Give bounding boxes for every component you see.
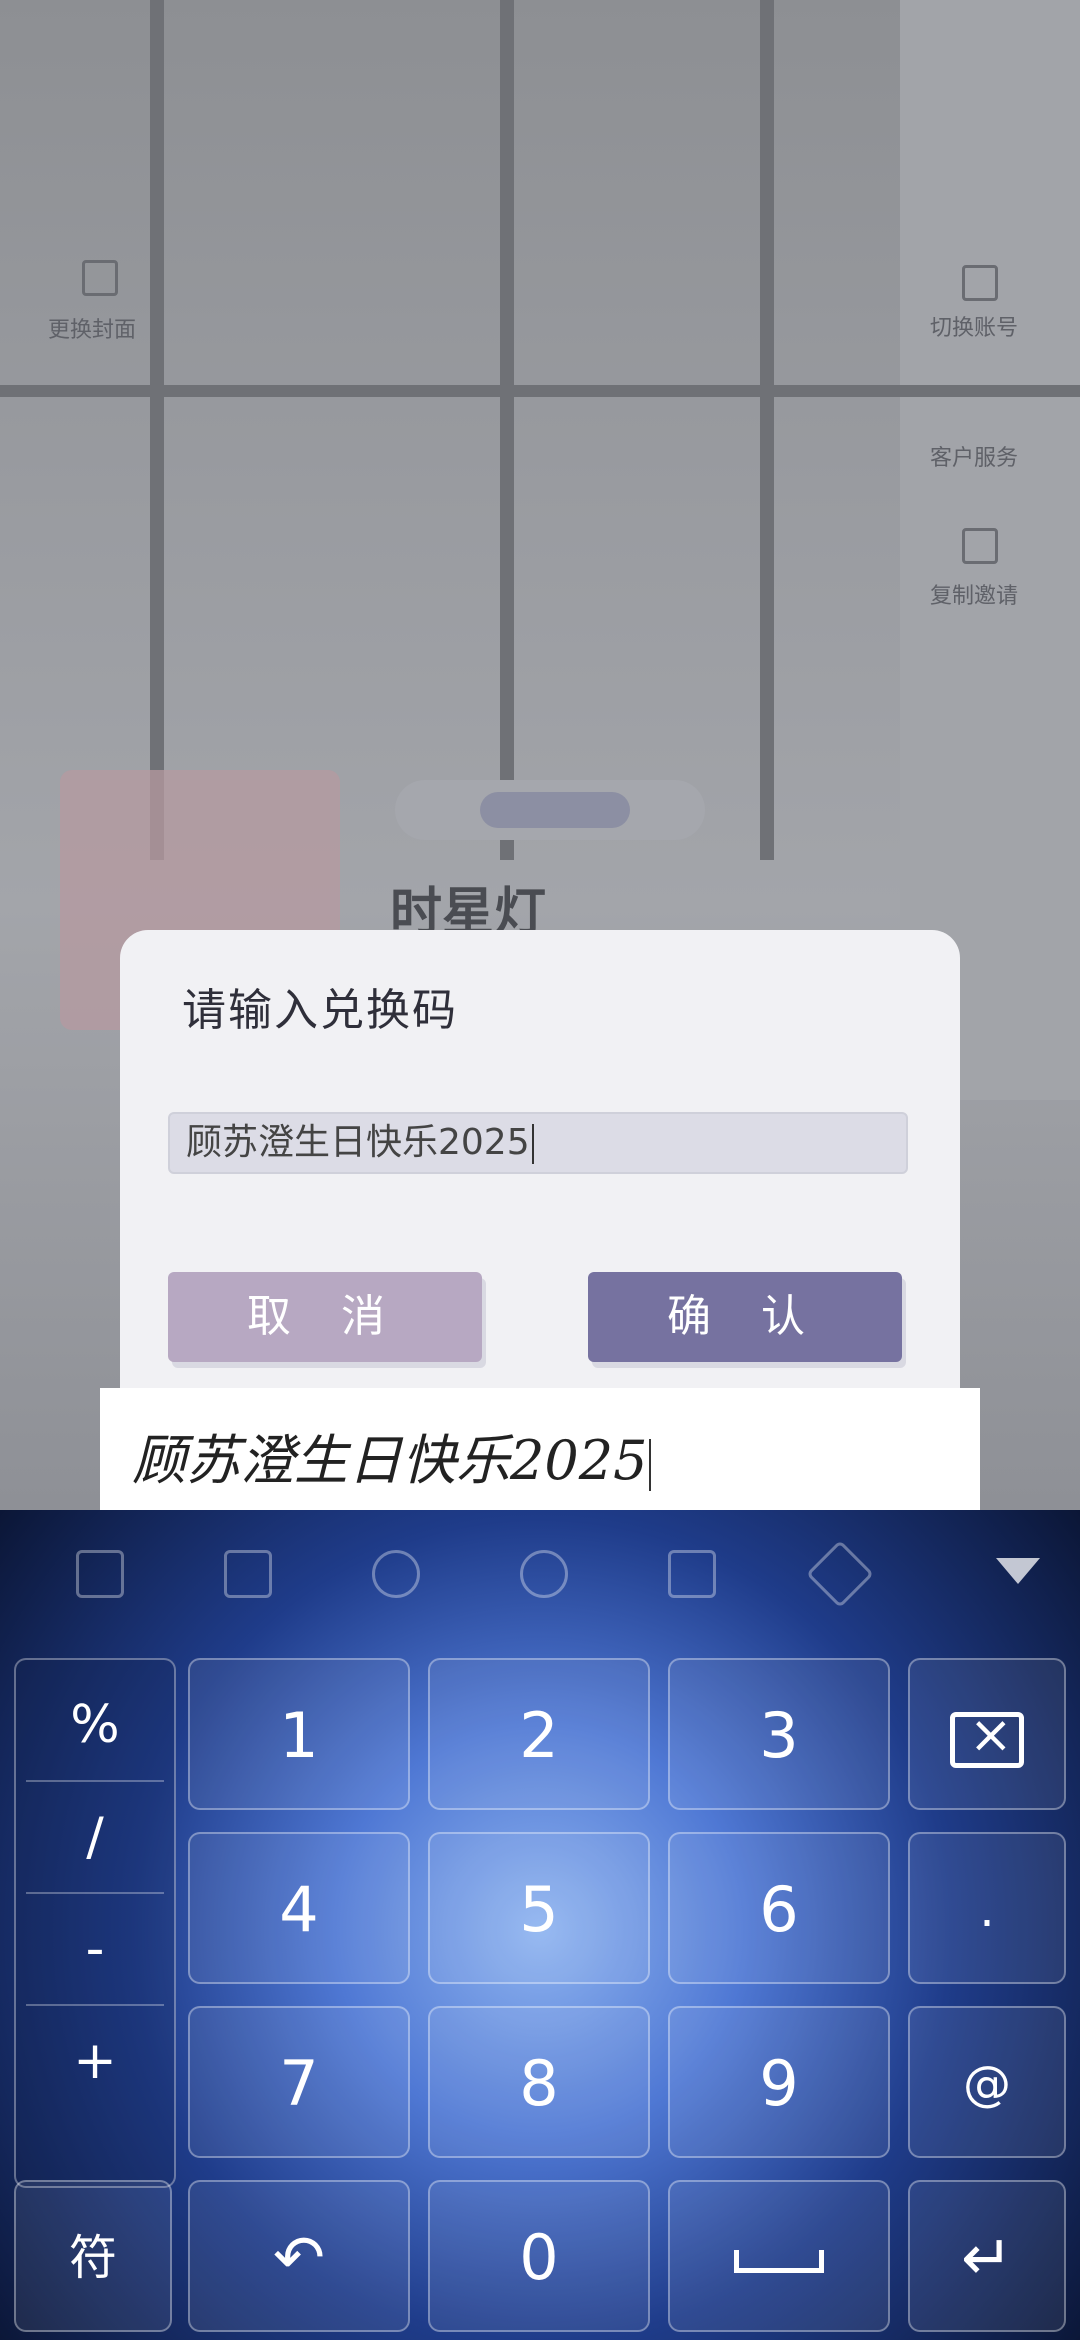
switch-account-label: 切换账号	[930, 316, 1019, 341]
numeric-keyboard: % / - + 1 2 3 4 5 6 . 7 8 9 @ 符 ↶ 0 ↵	[0, 1510, 1080, 2340]
preview-text-value: 顾苏澄生日快乐2025	[132, 1429, 648, 1492]
collapse-icon[interactable]	[996, 1558, 1040, 1584]
cancel-button[interactable]: 取 消	[168, 1272, 482, 1362]
redeem-code-input[interactable]: 顾苏澄生日快乐2025	[168, 1112, 908, 1174]
preview-caret	[649, 1439, 652, 1491]
key-2[interactable]: 2	[428, 1658, 650, 1810]
undo-key[interactable]: ↶	[188, 2180, 410, 2332]
key-0[interactable]: 0	[428, 2180, 650, 2332]
status-pill-inner	[480, 792, 630, 828]
symbols-key[interactable]: 符	[14, 2180, 172, 2332]
cover-icon	[82, 260, 118, 296]
backspace-icon	[950, 1703, 1024, 1768]
text-cursor-icon[interactable]	[668, 1550, 716, 1598]
space-key[interactable]	[668, 2180, 890, 2332]
key-8[interactable]: 8	[428, 2006, 650, 2158]
at-key[interactable]: @	[908, 2006, 1066, 2158]
window-frame-line	[150, 0, 164, 860]
window-frame-line	[500, 0, 514, 860]
keyboard-toolbar	[0, 1510, 1080, 1640]
brush-icon[interactable]	[806, 1540, 874, 1608]
enter-key[interactable]: ↵	[908, 2180, 1066, 2332]
customer-service-label: 客户服务	[930, 446, 1019, 471]
keyboard-icon[interactable]	[224, 1550, 272, 1598]
symbol-key-minus[interactable]: -	[26, 1894, 164, 2006]
key-6[interactable]: 6	[668, 1832, 890, 1984]
text-caret	[531, 1124, 534, 1164]
window-frame-line	[0, 385, 1080, 397]
symbol-key-percent[interactable]: %	[26, 1670, 164, 1782]
key-7[interactable]: 7	[188, 2006, 410, 2158]
redeem-code-dialog: 请输入兑换码 顾苏澄生日快乐2025 取 消 确 认	[120, 930, 960, 1400]
clipboard-icon[interactable]	[76, 1550, 124, 1598]
dot-key[interactable]: .	[908, 1832, 1066, 1984]
symbol-column: % / - +	[14, 1658, 176, 2188]
symbol-key-plus[interactable]: +	[26, 2006, 164, 2116]
symbol-key-slash[interactable]: /	[26, 1782, 164, 1894]
window-frame-line	[760, 0, 774, 860]
space-icon	[734, 2250, 824, 2274]
emoji-icon[interactable]	[372, 1550, 420, 1598]
key-5[interactable]: 5	[428, 1832, 650, 1984]
copy-invite-icon	[962, 528, 998, 564]
search-icon[interactable]	[520, 1550, 568, 1598]
key-9[interactable]: 9	[668, 2006, 890, 2158]
undo-icon: ↶	[273, 2221, 325, 2294]
enter-icon: ↵	[961, 2221, 1013, 2294]
handwriting-preview-bar[interactable]: 顾苏澄生日快乐2025	[100, 1388, 980, 1510]
key-4[interactable]: 4	[188, 1832, 410, 1984]
handwriting-preview-text: 顾苏澄生日快乐2025	[132, 1416, 652, 1495]
dialog-title: 请输入兑换码	[182, 985, 458, 1036]
confirm-button[interactable]: 确 认	[588, 1272, 902, 1362]
key-3[interactable]: 3	[668, 1658, 890, 1810]
switch-account-icon	[962, 265, 998, 301]
change-cover-label: 更换封面	[48, 318, 137, 343]
copy-invite-label: 复制邀请	[930, 584, 1019, 609]
backspace-key[interactable]	[908, 1658, 1066, 1810]
key-1[interactable]: 1	[188, 1658, 410, 1810]
redeem-code-value: 顾苏澄生日快乐2025	[186, 1122, 530, 1163]
